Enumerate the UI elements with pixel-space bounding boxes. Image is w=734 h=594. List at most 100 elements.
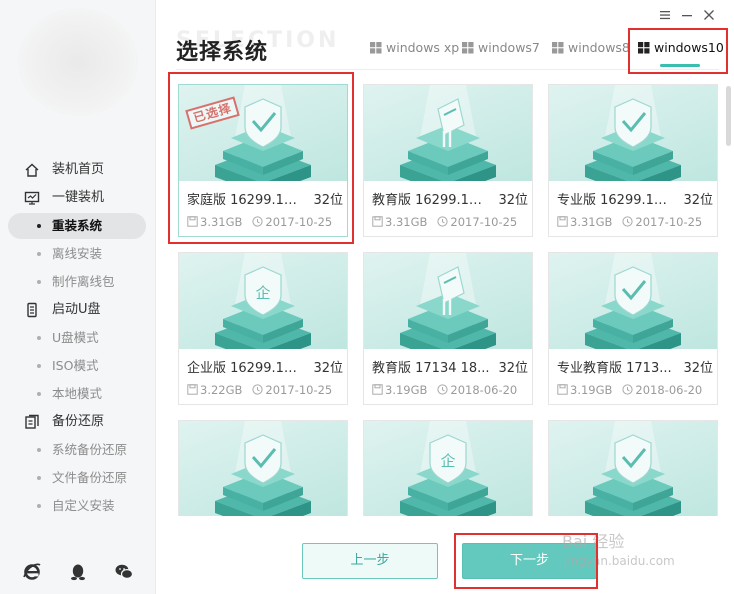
sidebar-item-label: 文件备份还原 — [52, 470, 128, 485]
system-card[interactable] — [178, 420, 348, 516]
tab-windows7[interactable]: windows7 — [462, 36, 540, 64]
sidebar-menu: 装机首页一键装机重装系统离线安装制作离线包 启动U盘 U盘模式 ISO模式本地模式备份… — [0, 156, 156, 520]
sidebar-item-label: 重装系统 — [52, 218, 103, 233]
qq-penguin-icon[interactable] — [68, 562, 88, 582]
previous-step-button[interactable]: 上一步 — [302, 543, 438, 579]
tab-windows8[interactable]: windows8 — [552, 36, 630, 64]
sidebar-item-10[interactable]: 系统备份还原 — [0, 436, 156, 464]
sidebar-item-1[interactable]: 一键装机 — [0, 184, 156, 212]
card-thumbnail — [549, 421, 717, 516]
watermark-main: Bai 经验 — [562, 532, 625, 551]
home-icon — [25, 163, 39, 177]
card-title: 专业版 16299.15 ... 32位 — [557, 189, 713, 208]
card-thumbnail: 企 — [364, 421, 532, 516]
tab-label: windows8 — [568, 40, 630, 55]
sidebar-item-label: 本地模式 — [52, 386, 103, 401]
system-card[interactable]: 已选择 家庭版 16299.15 ... 32位 3.31GB 2017-10-25 — [178, 84, 348, 237]
svg-text:企: 企 — [255, 284, 270, 302]
clock-icon — [252, 384, 264, 395]
tab-windows10[interactable]: windows10 — [638, 36, 724, 64]
app-logo — [18, 8, 138, 116]
card-bitness: 32位 — [498, 361, 528, 376]
card-date: 2017-10-25 — [635, 215, 703, 229]
system-card[interactable]: 企 — [363, 420, 533, 516]
clock-icon — [437, 216, 449, 227]
card-bitness: 32位 — [683, 361, 713, 376]
system-image-illustration — [585, 253, 681, 349]
header-divider — [176, 69, 719, 70]
disk-icon — [372, 216, 383, 227]
system-image-grid: 已选择 家庭版 16299.15 ... 32位 3.31GB 2017-10-25 教育… — [178, 84, 718, 516]
card-size: 3.22GB — [200, 383, 243, 397]
sidebar-item-11[interactable]: 文件备份还原 — [0, 464, 156, 492]
card-size: 3.31GB — [570, 215, 613, 229]
card-edition-name: 教育版 17134 18... — [372, 361, 490, 376]
system-card[interactable]: 教育版 16299.15 ... 32位 3.31GB 2017-10-25 — [363, 84, 533, 237]
card-bitness: 32位 — [498, 193, 528, 208]
card-title: 家庭版 16299.15 ... 32位 — [187, 189, 343, 208]
sidebar-item-9[interactable]: 备份还原 — [0, 408, 156, 436]
system-image-illustration: 企 — [400, 421, 496, 516]
sidebar-item-label: 系统备份还原 — [52, 442, 128, 457]
disk-icon — [557, 216, 568, 227]
system-image-illustration — [585, 85, 681, 181]
tab-windows-xp[interactable]: windows xp — [370, 36, 459, 64]
card-bitness: 32位 — [313, 193, 343, 208]
sidebar-item-label: 备份还原 — [52, 414, 105, 429]
card-thumbnail: 企 — [179, 253, 347, 349]
card-size: 3.19GB — [385, 383, 428, 397]
sidebar-item-label: 离线安装 — [52, 246, 103, 261]
disk-icon — [372, 384, 383, 395]
svg-text:企: 企 — [440, 452, 455, 470]
system-image-illustration — [400, 253, 496, 349]
sidebar-item-4[interactable]: 制作离线包 — [0, 268, 156, 296]
watermark-sub: jingyan.baidu.com — [564, 554, 675, 568]
card-thumbnail — [179, 85, 347, 181]
card-bitness: 32位 — [683, 193, 713, 208]
usb-drive-icon — [27, 302, 37, 318]
tab-label: windows7 — [478, 40, 540, 55]
wechat-icon[interactable] — [114, 562, 134, 582]
card-edition-name: 企业版 16299.15 ... — [187, 361, 305, 376]
system-card[interactable]: 专业教育版 1713... 32位 3.19GB 2018-06-20 — [548, 252, 718, 405]
sidebar-item-12[interactable]: 自定义安装 — [0, 492, 156, 520]
page-title: 选择系统 — [176, 40, 269, 65]
card-title: 教育版 17134 18... 32位 — [372, 357, 528, 376]
system-card[interactable] — [548, 420, 718, 516]
ie-browser-icon[interactable] — [22, 562, 42, 582]
sidebar-item-8[interactable]: 本地模式 — [0, 380, 156, 408]
system-card[interactable]: 企企业版 16299.15 ... 32位 3.22GB 2017-10-25 — [178, 252, 348, 405]
menu-icon[interactable] — [658, 8, 672, 22]
sidebar-item-label: U盘模式 — [52, 330, 99, 345]
windows-logo-icon — [552, 42, 564, 54]
card-thumbnail — [179, 421, 347, 516]
system-card[interactable]: 教育版 17134 18... 32位 3.19GB 2018-06-20 — [363, 252, 533, 405]
sidebar-item-7[interactable]: ISO模式 — [0, 352, 156, 380]
baidu-watermark: Bai 经验 jingyan.baidu.com — [562, 528, 675, 568]
card-thumbnail — [549, 85, 717, 181]
grid-scrollbar[interactable] — [726, 86, 731, 146]
card-title: 企业版 16299.15 ... 32位 — [187, 357, 343, 376]
tab-label: windows xp — [386, 40, 460, 55]
card-date: 2018-06-20 — [450, 383, 518, 397]
card-edition-name: 教育版 16299.15 ... — [372, 193, 490, 208]
sidebar-item-2[interactable]: 重装系统 — [0, 212, 156, 240]
sidebar-item-3[interactable]: 离线安装 — [0, 240, 156, 268]
disk-icon — [187, 216, 198, 227]
clock-icon — [252, 216, 264, 227]
card-meta: 3.19GB 2018-06-20 — [372, 383, 517, 397]
minimize-icon[interactable] — [680, 8, 694, 22]
close-icon[interactable] — [702, 8, 716, 22]
sidebar-item-label: 装机首页 — [52, 162, 105, 177]
card-meta: 3.31GB 2017-10-25 — [372, 215, 517, 229]
sidebar-item-0[interactable]: 装机首页 — [0, 156, 156, 184]
card-edition-name: 专业教育版 1713... — [557, 361, 672, 376]
system-card[interactable]: 专业版 16299.15 ... 32位 3.31GB 2017-10-25 — [548, 84, 718, 237]
clock-icon — [622, 216, 634, 227]
card-date: 2018-06-20 — [635, 383, 703, 397]
sidebar-footer — [0, 562, 156, 588]
sidebar-item-6[interactable]: U盘模式 — [0, 324, 156, 352]
card-thumbnail — [364, 253, 532, 349]
card-meta: 3.19GB 2018-06-20 — [557, 383, 702, 397]
sidebar-item-5[interactable]: 启动U盘 — [0, 296, 156, 324]
